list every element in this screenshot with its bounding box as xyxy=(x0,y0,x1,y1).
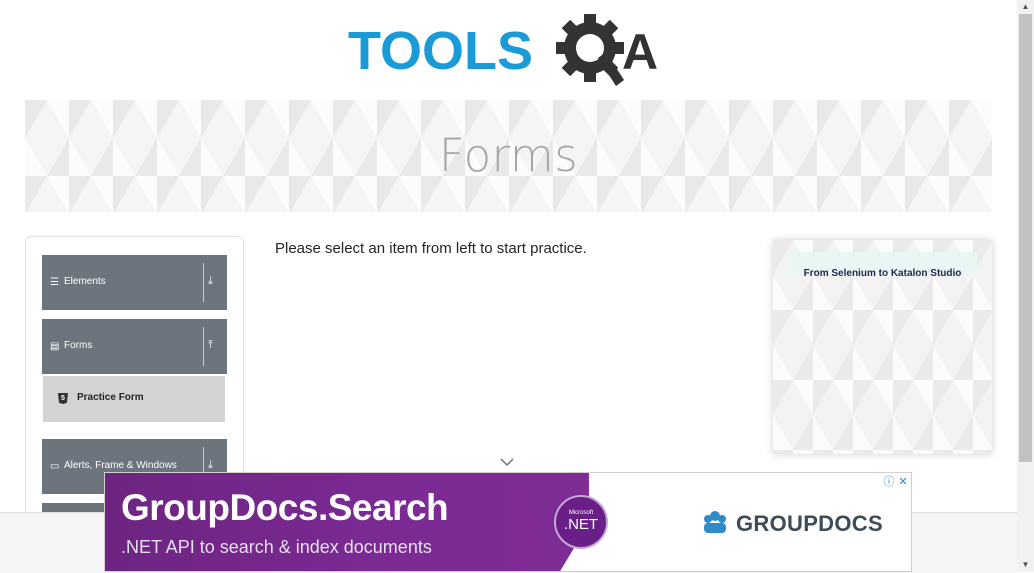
scroll-up-icon[interactable]: ▲ xyxy=(1017,0,1034,14)
upload-icon: ⤒ xyxy=(208,339,213,351)
side-ad[interactable]: From Selenium to Katalon Studio xyxy=(773,240,992,454)
page-banner: Forms xyxy=(25,100,992,212)
logo-tools-text: TOOLS xyxy=(348,21,533,81)
ad-controls: ⓘ ✕ xyxy=(882,472,913,489)
download-icon: ⤓ xyxy=(208,275,213,287)
sidebar-item-practice-form[interactable]: 5 Practice Form xyxy=(43,376,225,422)
sidebar-item-label: Practice Form xyxy=(77,392,144,403)
side-ad-heading: From Selenium to Katalon Studio xyxy=(803,268,962,279)
document-icon: ▤ xyxy=(50,341,60,352)
sidebar-group-label: Alerts, Frame & Windows xyxy=(64,460,177,471)
dotnet-badge: Microsoft .NET xyxy=(554,495,608,549)
groupdocs-brand: GROUPDOCS xyxy=(736,511,883,536)
groupdocs-logo-icon xyxy=(704,511,726,533)
bottom-ad-subtitle: .NET API to search & index documents xyxy=(121,537,432,557)
html5-icon: 5 xyxy=(58,393,68,404)
info-icon[interactable]: ⓘ xyxy=(882,475,896,489)
chevron-down-icon[interactable] xyxy=(499,456,515,468)
sidebar-group-label: Forms xyxy=(64,340,93,351)
toolsqa-logo[interactable]: TOOLS A xyxy=(348,14,678,94)
scroll-down-icon[interactable]: ▼ xyxy=(1017,558,1034,572)
hamburger-icon: ☰ xyxy=(50,277,59,288)
gear-icon xyxy=(556,14,624,86)
download-icon: ⤓ xyxy=(208,459,213,471)
bottom-ad-title: GroupDocs.Search xyxy=(121,487,449,528)
practice-instruction: Please select an item from left to start… xyxy=(275,240,587,257)
page-title: Forms xyxy=(438,129,579,182)
sidebar-group-elements[interactable]: ☰ Elements ⤓ xyxy=(42,255,227,310)
close-icon[interactable]: ✕ xyxy=(896,475,910,489)
bottom-ad-banner[interactable]: GroupDocs.Search .NET API to search & in… xyxy=(104,472,912,572)
logo-a-text: A xyxy=(622,24,658,80)
scrollbar-thumb[interactable] xyxy=(1019,14,1032,462)
sidebar-group-forms[interactable]: ▤ Forms ⤒ xyxy=(42,319,227,374)
page-scrollbar[interactable]: ▲ ▼ xyxy=(1017,0,1034,572)
sidebar-group-label: Elements xyxy=(64,276,106,287)
window-icon: ▭ xyxy=(50,461,60,472)
